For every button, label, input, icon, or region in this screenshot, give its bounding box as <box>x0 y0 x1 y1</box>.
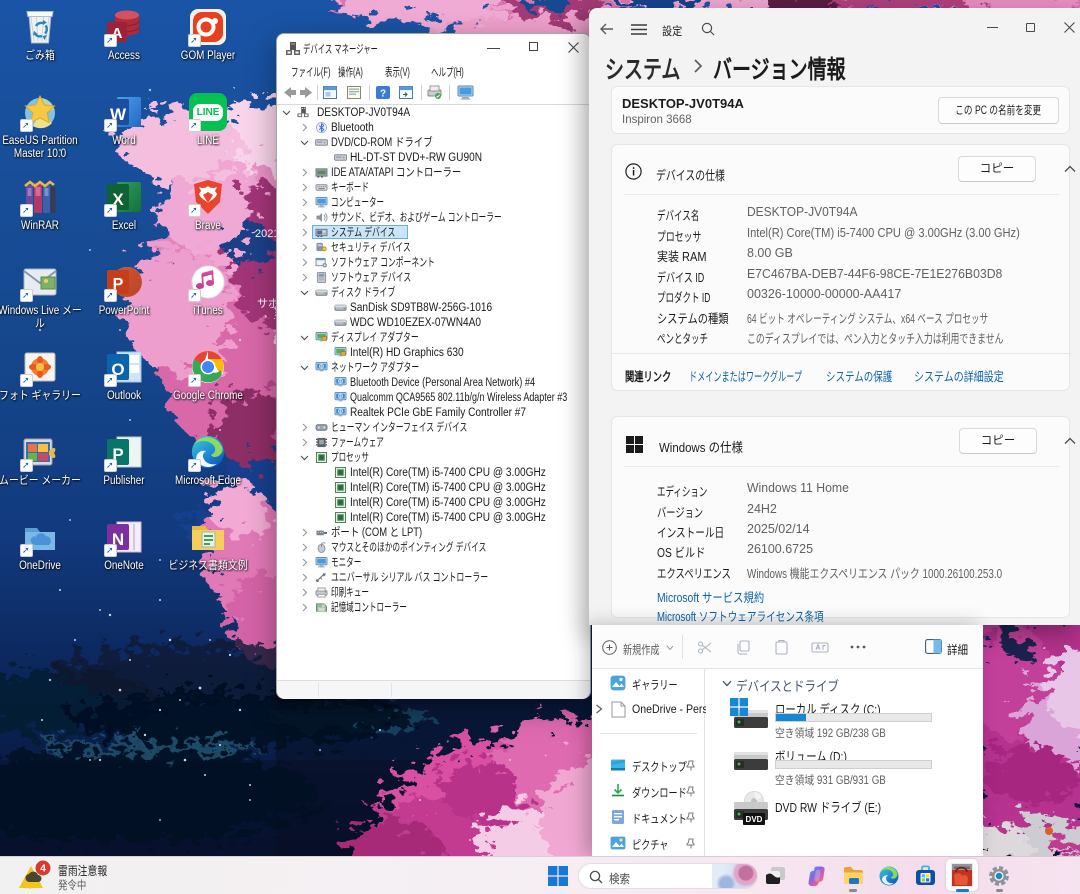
svg-text:?: ? <box>380 89 386 100</box>
svg-text:4: 4 <box>40 864 46 875</box>
svg-text:DVD: DVD <box>746 815 763 824</box>
